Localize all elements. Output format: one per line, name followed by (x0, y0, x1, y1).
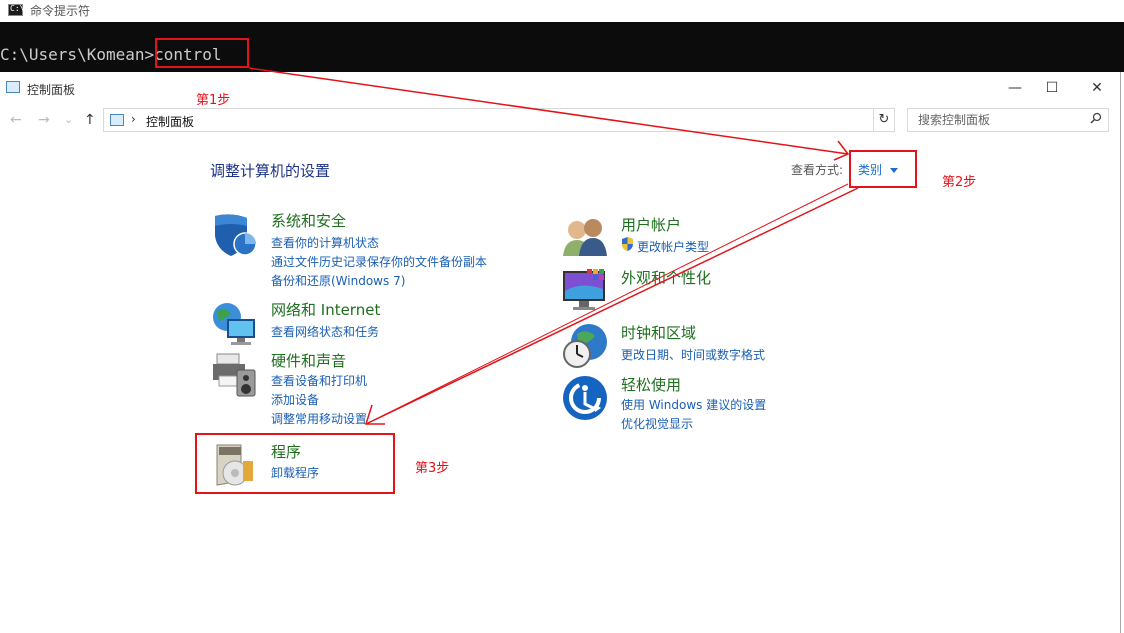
minimize-button[interactable]: — (1000, 78, 1030, 98)
category-ease-of-access: 轻松使用 使用 Windows 建议的设置 优化视觉显示 (561, 374, 821, 436)
category-link[interactable]: 通过文件历史记录保存你的文件备份副本 (271, 253, 487, 270)
category-link[interactable]: 调整常用移动设置 (271, 410, 367, 427)
cp-titlebar: 控制面板 — ☐ ✕ (0, 72, 1120, 104)
category-link[interactable]: 使用 Windows 建议的设置 (621, 396, 766, 413)
step3-label: 第3步 (415, 461, 450, 476)
forward-arrow-icon[interactable]: → (38, 112, 50, 128)
category-network-internet: 网络和 Internet 查看网络状态和任务 (211, 299, 511, 349)
uac-shield-icon (622, 237, 633, 251)
category-title[interactable]: 用户帐户 (621, 214, 681, 235)
refresh-icon[interactable]: ↻ (873, 109, 894, 131)
control-panel-icon (6, 81, 20, 93)
clock-globe-icon (563, 324, 607, 368)
category-link[interactable]: 更改日期、时间或数字格式 (621, 346, 765, 363)
up-arrow-icon[interactable]: ↑ (84, 112, 96, 128)
category-title[interactable]: 系统和安全 (271, 210, 346, 231)
category-link[interactable]: 查看你的计算机状态 (271, 234, 379, 251)
category-link[interactable]: 查看网络状态和任务 (271, 323, 379, 340)
breadcrumb-control-panel[interactable]: 控制面板 (146, 113, 194, 130)
maximize-button[interactable]: ☐ (1037, 78, 1067, 98)
step1-highlight-box (155, 38, 249, 68)
control-panel-window: 控制面板 — ☐ ✕ ← → ⌄ ↑ › 控制面板 ↻ 调整计算机的设置 查看方… (0, 72, 1121, 633)
step2-label: 第2步 (942, 175, 977, 190)
category-title[interactable]: 硬件和声音 (271, 350, 346, 371)
search-input[interactable] (916, 112, 1080, 128)
category-title[interactable]: 外观和个性化 (621, 267, 711, 288)
category-clock-region: 时钟和区域 更改日期、时间或数字格式 (561, 322, 801, 372)
cmd-title: 命令提示符 (30, 4, 91, 18)
category-hardware-sound: 硬件和声音 查看设备和打印机 添加设备 调整常用移动设置 (211, 350, 511, 430)
category-link[interactable]: 查看设备和打印机 (271, 372, 367, 389)
category-link[interactable]: 优化视觉显示 (621, 415, 693, 432)
step3-highlight-box (195, 433, 395, 494)
ease-of-access-icon (563, 376, 607, 420)
search-box[interactable] (907, 108, 1109, 132)
category-appearance: 外观和个性化 (561, 267, 801, 315)
printer-speaker-icon (213, 353, 256, 397)
category-link[interactable]: 添加设备 (271, 391, 319, 408)
category-user-accounts: 用户帐户 更改帐户类型 (561, 214, 801, 264)
window-title: 控制面板 (27, 83, 76, 97)
monitor-palette-icon (563, 269, 605, 310)
back-arrow-icon[interactable]: ← (10, 112, 22, 128)
cmd-icon: C:\ (8, 4, 24, 16)
cmd-titlebar: C:\ 命令提示符 (0, 0, 1124, 22)
step1-label: 第1步 (196, 93, 231, 108)
view-by-label: 查看方式: (791, 163, 844, 177)
category-link[interactable]: 更改帐户类型 (637, 238, 709, 255)
category-link[interactable]: 备份和还原(Windows 7) (271, 272, 405, 289)
shield-icon (215, 214, 257, 256)
breadcrumb-chevron-icon[interactable]: › (131, 112, 136, 126)
recent-locations-chevron-icon[interactable]: ⌄ (64, 113, 73, 126)
category-title[interactable]: 时钟和区域 (621, 322, 696, 343)
users-icon (563, 219, 607, 256)
search-icon[interactable] (1090, 112, 1102, 127)
cmd-prompt: C:\Users\Komean> (0, 45, 155, 64)
network-globe-icon (213, 303, 255, 345)
step2-highlight-box (849, 150, 917, 188)
category-system-security: 系统和安全 查看你的计算机状态 通过文件历史记录保存你的文件备份副本 备份和还原… (211, 210, 511, 290)
category-title[interactable]: 轻松使用 (621, 374, 681, 395)
page-title: 调整计算机的设置 (210, 162, 331, 180)
address-bar[interactable]: › 控制面板 ↻ (103, 108, 895, 132)
control-panel-small-icon (110, 114, 124, 126)
close-button[interactable]: ✕ (1082, 78, 1112, 98)
category-title[interactable]: 网络和 Internet (271, 299, 380, 320)
navigation-bar: ← → ⌄ ↑ › 控制面板 ↻ (0, 108, 1120, 134)
